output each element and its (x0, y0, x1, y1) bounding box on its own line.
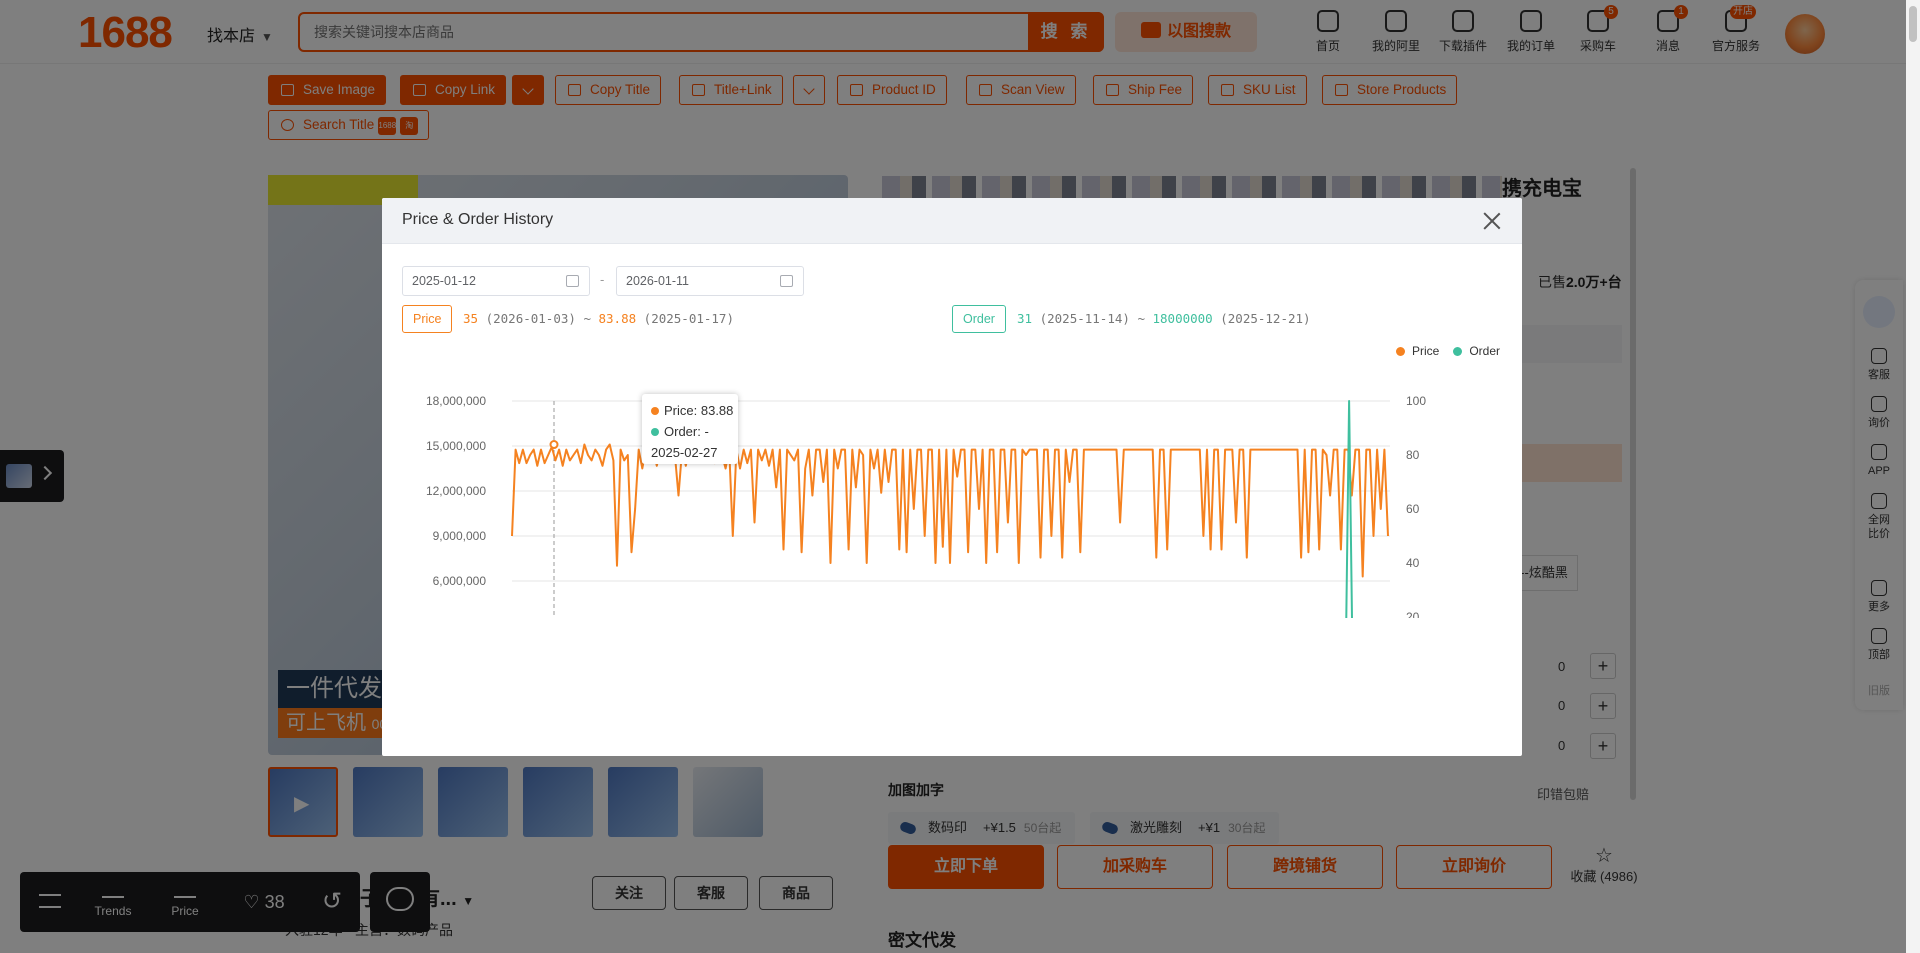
chart-tooltip: Price: 83.88 Order: - 2025-02-27 (642, 394, 738, 464)
y-left-tick-label: 18,000,000 (426, 394, 486, 408)
tooltip-price-value: 83.88 (700, 403, 734, 418)
y-left-tick-label: 6,000,000 (433, 574, 487, 588)
tooltip-order-dot (651, 428, 659, 436)
tooltip-order-label: Order: (664, 424, 701, 439)
y-right-tick-label: 40 (1406, 556, 1420, 570)
tooltip-price-dot (651, 407, 659, 415)
y-right-tick-label: 20 (1406, 610, 1420, 618)
tooltip-date: 2025-02-27 (651, 445, 718, 460)
y-left-tick-label: 12,000,000 (426, 484, 486, 498)
series-line-price (511, 443, 1389, 578)
tooltip-order-value: - (704, 424, 709, 439)
tooltip-price-row: Price: 83.88 (651, 400, 738, 421)
tooltip-price-label: Price: (664, 403, 698, 418)
hover-point (549, 440, 559, 450)
tooltip-order-row: Order: - (651, 421, 738, 442)
page-scrollbar-thumb[interactable] (1909, 6, 1917, 42)
y-right-tick-label: 80 (1406, 448, 1420, 462)
y-left-tick-label: 15,000,000 (426, 439, 486, 453)
y-left-tick-label: 9,000,000 (433, 529, 487, 543)
y-right-tick-label: 100 (1406, 394, 1426, 408)
page-scrollbar[interactable] (1906, 0, 1920, 953)
y-right-tick-label: 60 (1406, 502, 1420, 516)
price-order-chart[interactable]: 03,000,0006,000,0009,000,00012,000,00015… (382, 198, 1522, 618)
price-history-modal: Price & Order History 2025-01-12 - 2026-… (382, 198, 1522, 756)
